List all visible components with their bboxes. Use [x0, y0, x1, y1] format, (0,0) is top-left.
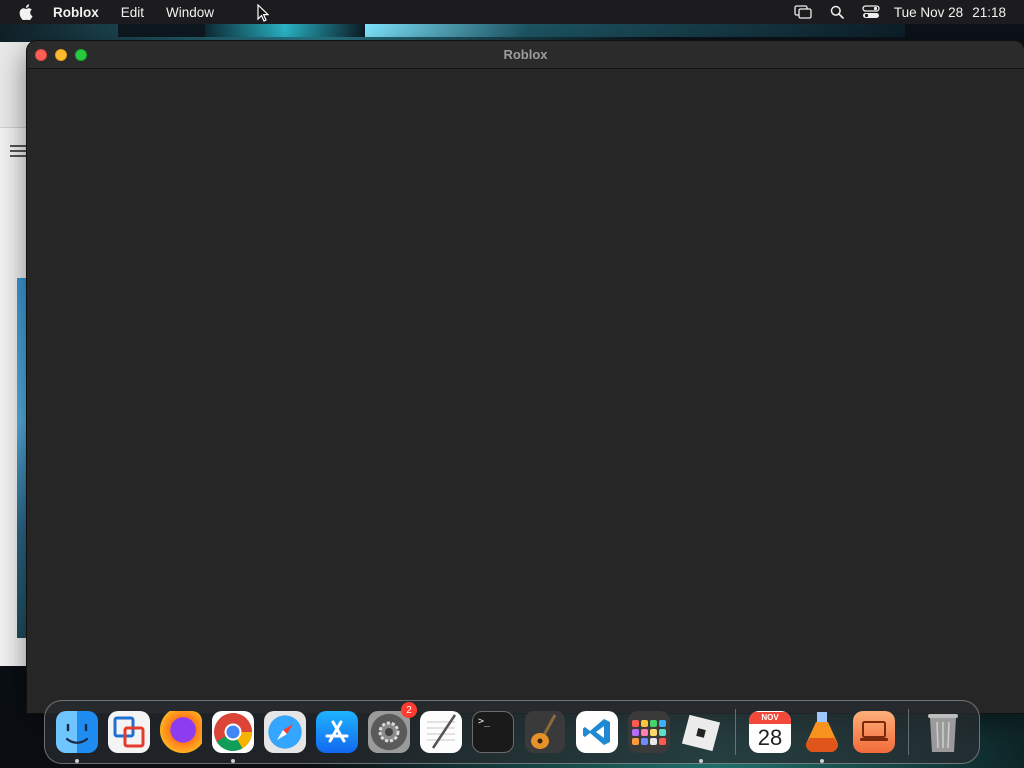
- menu-app-name[interactable]: Roblox: [52, 5, 110, 20]
- vmware-icon: [108, 711, 150, 753]
- flask-app-icon: [801, 711, 843, 753]
- minimize-window-button[interactable]: [55, 48, 67, 61]
- chrome-icon: [212, 711, 254, 753]
- wallpaper-streak: [365, 23, 905, 37]
- dock-item-textedit[interactable]: [415, 706, 467, 758]
- dock-item-app-store[interactable]: [311, 706, 363, 758]
- menu-bar-clock[interactable]: Tue Nov 28 21:18: [894, 5, 1006, 20]
- calendar-icon: NOV 28: [749, 711, 791, 753]
- clock-time: 21:18: [972, 4, 1006, 20]
- dock-item-safari[interactable]: [259, 706, 311, 758]
- window-title: Roblox: [503, 47, 548, 62]
- menu-window[interactable]: Window: [155, 5, 225, 20]
- running-indicator: [75, 759, 79, 763]
- background-window-content: [17, 278, 27, 638]
- terminal-icon: >_: [472, 711, 514, 753]
- dock-item-finder[interactable]: [51, 706, 103, 763]
- dock-item-trash[interactable]: [917, 706, 969, 758]
- system-settings-icon: [368, 711, 410, 753]
- zoom-window-button[interactable]: [75, 48, 87, 61]
- running-indicator: [231, 759, 235, 763]
- window-controls: [27, 48, 87, 61]
- dock-separator: [735, 709, 736, 755]
- dock: 2 >_ NOV 28: [44, 700, 980, 764]
- close-window-button[interactable]: [35, 48, 47, 61]
- roblox-icon: [680, 711, 722, 753]
- hamburger-menu-icon[interactable]: [10, 142, 28, 160]
- running-indicator: [820, 759, 824, 763]
- apple-logo-icon[interactable]: [0, 4, 52, 20]
- dock-item-firefox[interactable]: [155, 706, 207, 758]
- calendar-month: NOV: [749, 712, 791, 724]
- launchpad-icon: [628, 711, 670, 753]
- mouse-pointer-icon: [257, 3, 270, 27]
- running-indicator: [699, 759, 703, 763]
- firefox-icon: [160, 711, 202, 753]
- control-center-icon[interactable]: [854, 0, 888, 24]
- roblox-window[interactable]: Roblox: [27, 41, 1024, 713]
- dock-item-chrome[interactable]: [207, 706, 259, 763]
- remote-desktop-icon: [853, 711, 895, 753]
- menu-bar: Roblox Edit Window Tue Nov 28 21:18: [0, 0, 1024, 24]
- screen-mirroring-icon[interactable]: [786, 0, 820, 24]
- calendar-day: 28: [757, 725, 783, 750]
- wallpaper-streak: [118, 23, 208, 37]
- dock-item-calendar[interactable]: NOV 28: [744, 706, 796, 758]
- safari-icon: [264, 711, 306, 753]
- dock-item-launchpad[interactable]: [623, 706, 675, 758]
- dock-item-vmware[interactable]: [103, 706, 155, 758]
- clock-date: Tue Nov 28: [893, 4, 964, 20]
- dock-item-vscode[interactable]: [571, 706, 623, 758]
- textedit-icon: [420, 711, 462, 753]
- window-title-bar[interactable]: Roblox: [27, 41, 1024, 69]
- dock-item-system-settings[interactable]: 2: [363, 702, 417, 758]
- dock-item-roblox[interactable]: [675, 706, 727, 763]
- app-store-icon: [316, 711, 358, 753]
- garageband-icon: [524, 711, 566, 753]
- dock-separator: [908, 709, 909, 755]
- dock-item-terminal[interactable]: >_: [467, 706, 519, 758]
- roblox-window-content[interactable]: [27, 69, 1024, 713]
- dock-item-remote-desktop[interactable]: [848, 706, 900, 758]
- dock-item-garageband[interactable]: [519, 706, 571, 758]
- vscode-icon: [576, 711, 618, 753]
- menu-edit[interactable]: Edit: [110, 5, 155, 20]
- trash-icon: [922, 711, 964, 753]
- finder-icon: [56, 711, 98, 753]
- dock-item-jumper[interactable]: [796, 706, 848, 763]
- spotlight-search-icon[interactable]: [820, 0, 854, 24]
- wallpaper-streak: [205, 23, 365, 37]
- terminal-prompt: >_: [478, 716, 491, 727]
